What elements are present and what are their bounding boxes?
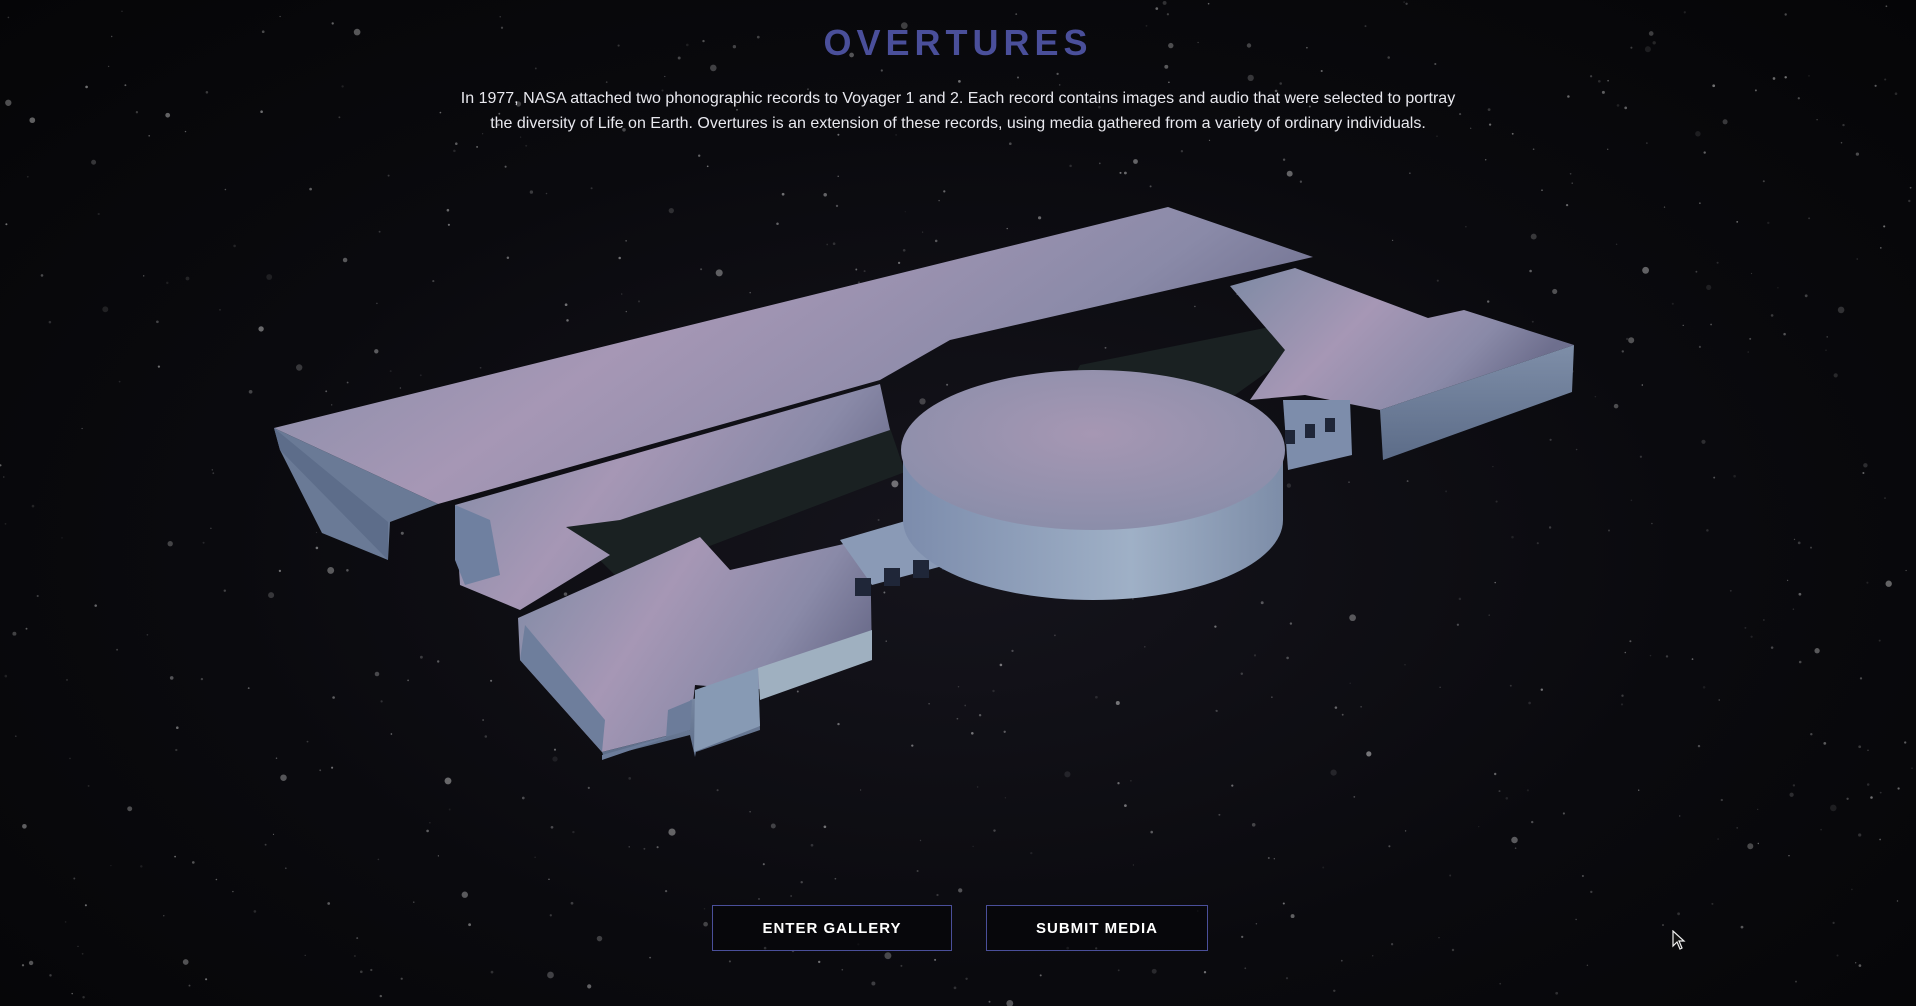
submit-media-button[interactable]: SUBMIT MEDIA (986, 905, 1208, 951)
enter-gallery-button[interactable]: ENTER GALLERY (712, 905, 952, 951)
mouse-pointer-icon (1672, 930, 1686, 950)
building-rotunda (901, 370, 1285, 600)
gallery-3d-model[interactable] (0, 0, 1916, 1006)
